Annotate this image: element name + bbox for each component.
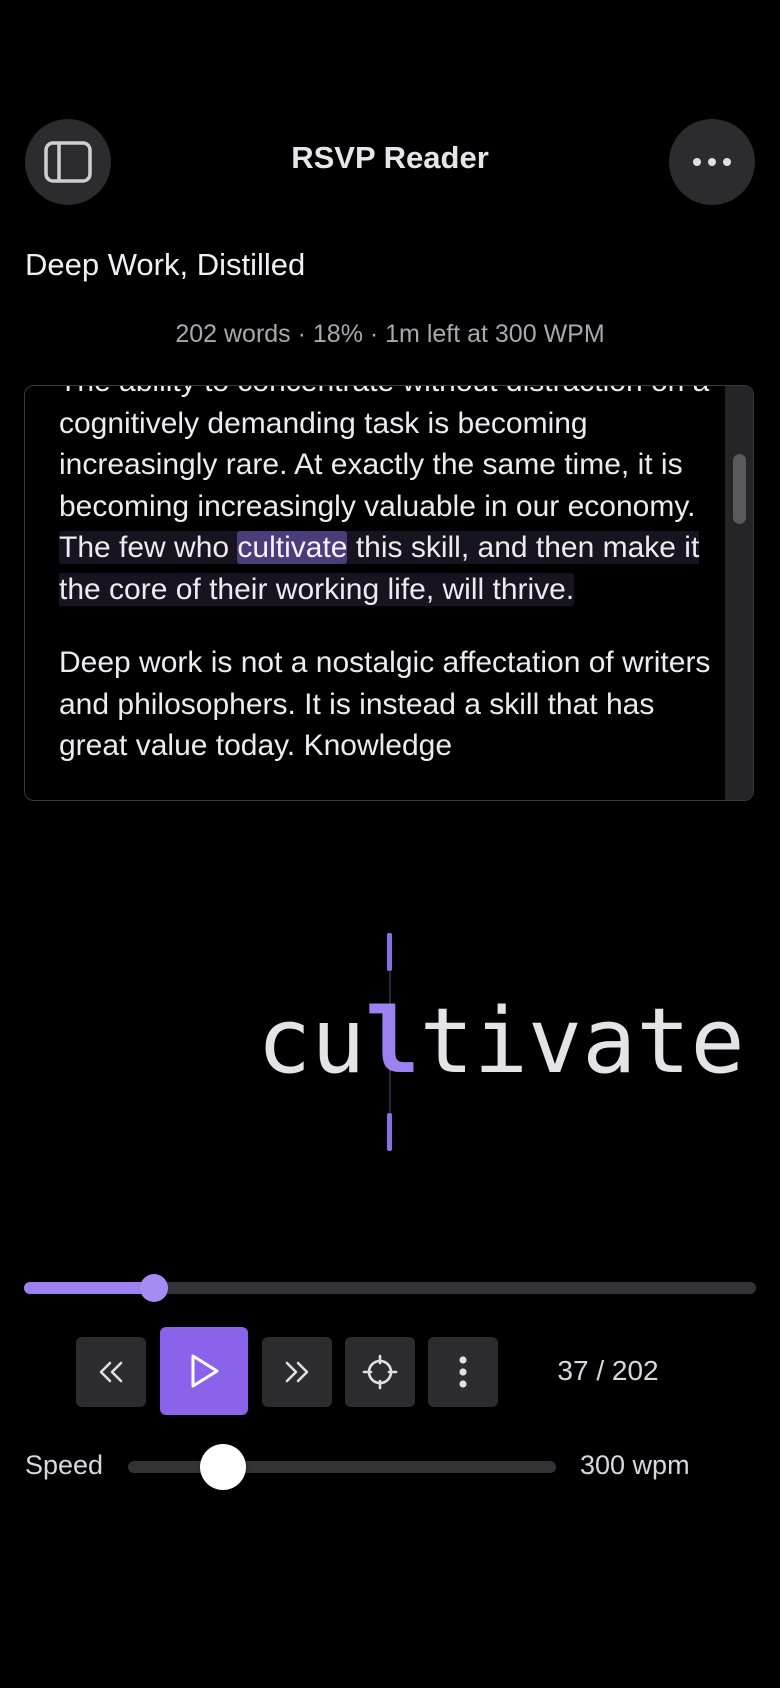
rewind-button[interactable] xyxy=(76,1337,146,1407)
progress-slider[interactable] xyxy=(24,1274,756,1302)
focus-guide-bottom xyxy=(387,1113,392,1151)
rsvp-word: cultivate xyxy=(257,992,745,1092)
source-text: The ability to concentrate without distr… xyxy=(59,386,719,799)
sentence-start: The few who xyxy=(59,531,238,564)
current-word-highlight[interactable]: cultivate xyxy=(237,531,348,564)
progress-fill xyxy=(24,1282,154,1294)
speed-label: Speed xyxy=(25,1450,104,1480)
word-prefix: cu xyxy=(257,989,366,1094)
rewind-icon xyxy=(99,1361,123,1383)
focus-guide-top xyxy=(387,933,392,971)
paragraph: Deep work is not a nostalgic affectation… xyxy=(59,646,711,762)
app-title: RSVP Reader xyxy=(291,140,489,175)
play-icon xyxy=(191,1354,219,1388)
rsvp-display: cultivate xyxy=(0,920,780,1160)
more-vertical-icon xyxy=(459,1356,467,1388)
scrollbar-thumb[interactable] xyxy=(733,454,746,524)
reading-stats: 202 words · 18% · 1m left at 300 WPM xyxy=(175,320,605,348)
progress-knob[interactable] xyxy=(140,1274,168,1302)
header: RSVP Reader xyxy=(0,0,780,230)
text-before: The ability to concentrate without distr… xyxy=(59,386,709,523)
word-focus-letter: l xyxy=(365,989,420,1094)
more-options-button[interactable] xyxy=(669,119,755,205)
play-button[interactable] xyxy=(160,1327,248,1415)
current-sentence: The few who cultivate this skill, and th… xyxy=(59,531,700,606)
focus-button[interactable] xyxy=(345,1337,415,1407)
word-counter: 37 / 202 xyxy=(557,1355,659,1386)
source-text-panel[interactable]: The ability to concentrate without distr… xyxy=(24,385,754,801)
text-scrollbar[interactable] xyxy=(725,386,753,800)
paragraph: The ability to concentrate without distr… xyxy=(59,386,719,610)
speed-slider[interactable] xyxy=(128,1444,556,1490)
crosshair-icon xyxy=(362,1354,398,1390)
speed-value: 300 wpm xyxy=(580,1450,690,1480)
more-horizontal-icon xyxy=(693,158,731,166)
word-suffix: tivate xyxy=(419,989,745,1094)
document-title: Deep Work, Distilled xyxy=(25,247,306,282)
more-controls-button[interactable] xyxy=(428,1337,498,1407)
fast-forward-button[interactable] xyxy=(262,1337,332,1407)
speed-knob[interactable] xyxy=(200,1444,246,1490)
fast-forward-icon xyxy=(285,1361,309,1383)
